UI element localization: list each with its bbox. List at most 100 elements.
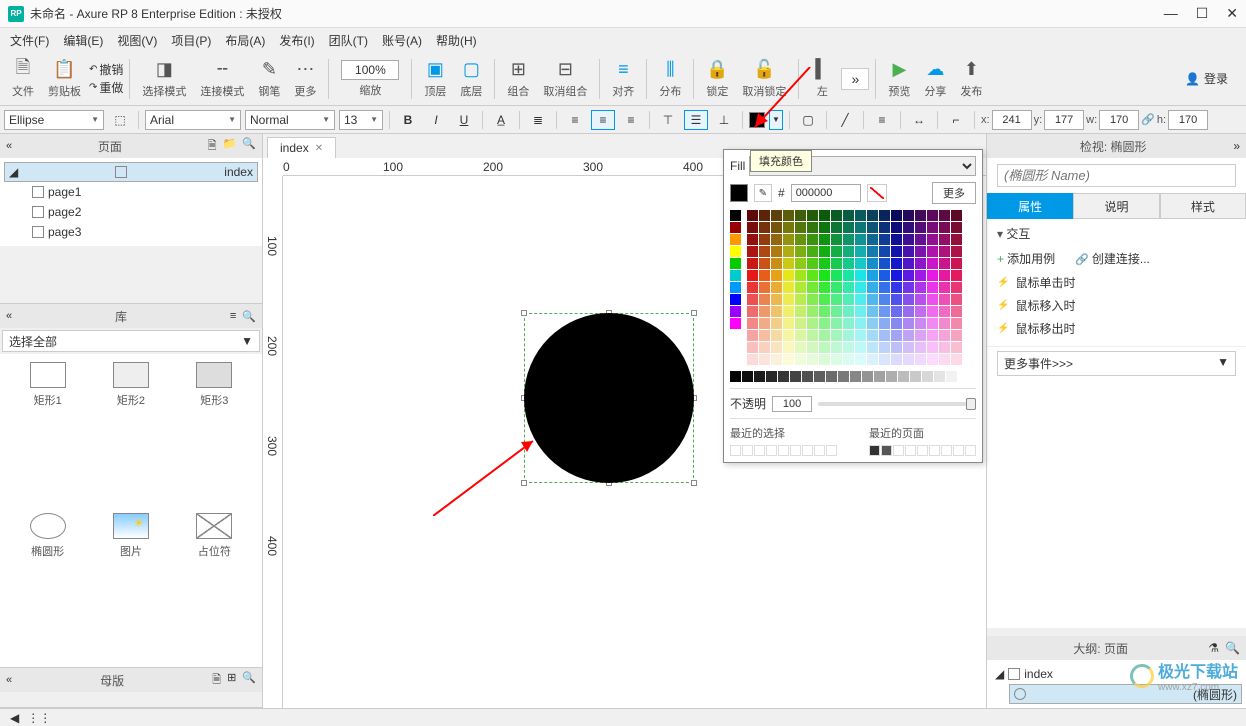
fill-color-dropdown[interactable]: ▼: [769, 110, 783, 130]
preview-button[interactable]: ▶预览: [882, 59, 916, 99]
lock-button[interactable]: 🔒锁定: [700, 59, 734, 99]
bold-button[interactable]: B: [396, 110, 420, 130]
style-button[interactable]: ⬚: [108, 110, 132, 130]
more-colors-button[interactable]: 更多: [932, 182, 976, 204]
login-button[interactable]: 👤登录: [1173, 70, 1240, 87]
page-node-page2[interactable]: page2: [28, 202, 258, 222]
add-folder-icon[interactable]: 📁: [223, 137, 237, 156]
valign-bottom[interactable]: ⊥: [712, 110, 736, 130]
valign-top[interactable]: ⊤: [656, 110, 680, 130]
color-grid[interactable]: [747, 210, 962, 365]
page-node-page1[interactable]: page1: [28, 182, 258, 202]
connect-mode-button[interactable]: ╌连接模式: [194, 59, 250, 99]
page-node-page3[interactable]: page3: [28, 222, 258, 242]
w-input[interactable]: [1099, 110, 1139, 130]
tab-index[interactable]: index✕: [267, 137, 336, 158]
line-width-button[interactable]: ≡: [870, 110, 894, 130]
align-button[interactable]: ≡对齐: [606, 59, 640, 99]
collapse-icon[interactable]: »: [1233, 139, 1240, 153]
shape-name-input[interactable]: [997, 164, 1236, 187]
library-filter[interactable]: 选择全部▼: [2, 330, 260, 352]
bring-front-button[interactable]: ▣顶层: [418, 59, 452, 99]
menu-account[interactable]: 账号(A): [376, 29, 428, 52]
create-link[interactable]: 🔗 创建连接...: [1075, 250, 1150, 267]
publish-button[interactable]: ⬆发布: [954, 59, 988, 99]
event-mouseout[interactable]: ⚡鼠标移出时: [997, 317, 1236, 340]
event-mousein[interactable]: ⚡鼠标移入时: [997, 294, 1236, 317]
h-input[interactable]: [1168, 110, 1208, 130]
align-right-text[interactable]: ≡: [619, 110, 643, 130]
text-color-button[interactable]: A̲: [489, 110, 513, 130]
menu-help[interactable]: 帮助(H): [430, 29, 483, 52]
menu-team[interactable]: 团队(T): [323, 29, 374, 52]
y-input[interactable]: [1044, 110, 1084, 130]
add-folder-icon[interactable]: ⊞: [227, 671, 236, 690]
unlock-button[interactable]: 🔓取消锁定: [736, 59, 792, 99]
tab-notes[interactable]: 说明: [1073, 193, 1159, 219]
menu-file[interactable]: 文件(F): [4, 29, 55, 52]
menu-icon[interactable]: ≡: [230, 310, 236, 323]
recent-page-swatches[interactable]: [869, 445, 976, 456]
more-button[interactable]: ⋯更多: [288, 59, 322, 99]
add-page-icon[interactable]: 🗎: [208, 137, 217, 156]
minimize-button[interactable]: —: [1164, 5, 1178, 22]
close-button[interactable]: ✕: [1226, 5, 1238, 22]
more-events-button[interactable]: 更多事件>>>▼: [997, 351, 1236, 376]
file-button[interactable]: 🗎文件: [6, 59, 40, 99]
recent-sel-swatches[interactable]: [730, 445, 837, 456]
clipboard-button[interactable]: 📋剪贴板: [42, 59, 87, 99]
fill-color-swatch[interactable]: [749, 112, 765, 128]
corner-button[interactable]: ⌐: [944, 110, 968, 130]
select-mode-button[interactable]: ◨选择模式: [136, 59, 192, 99]
lib-ellipse[interactable]: 椭圆形: [8, 513, 87, 660]
menu-edit[interactable]: 编辑(E): [57, 29, 109, 52]
maximize-button[interactable]: ☐: [1196, 5, 1209, 22]
menu-project[interactable]: 项目(P): [165, 29, 217, 52]
pen-button[interactable]: ✎钢笔: [252, 59, 286, 99]
underline-button[interactable]: U: [452, 110, 476, 130]
bullet-button[interactable]: ≣: [526, 110, 550, 130]
search-icon[interactable]: 🔍: [242, 137, 256, 156]
lib-rect1[interactable]: 矩形1: [8, 362, 87, 509]
no-fill-button[interactable]: [867, 184, 887, 202]
border-color-button[interactable]: ▢: [796, 110, 820, 130]
menu-publish[interactable]: 发布(I): [273, 29, 320, 52]
send-back-button[interactable]: ▢底层: [454, 59, 488, 99]
overflow-button[interactable]: »: [841, 68, 869, 90]
share-button[interactable]: ☁分享: [918, 59, 952, 99]
add-case-link[interactable]: + 添加用例: [997, 250, 1055, 267]
align-left-button[interactable]: ▍左: [805, 59, 839, 99]
menu-view[interactable]: 视图(V): [111, 29, 163, 52]
tab-style[interactable]: 样式: [1160, 193, 1246, 219]
font-select[interactable]: Arial▼: [145, 110, 241, 130]
eyedropper-button[interactable]: ✎: [754, 184, 772, 202]
group-button[interactable]: ⊞组合: [501, 59, 535, 99]
line-style-button[interactable]: ╱: [833, 110, 857, 130]
search-icon[interactable]: 🔍: [242, 671, 256, 690]
shape-select[interactable]: Ellipse▼: [4, 110, 104, 130]
filter-icon[interactable]: ⚗: [1208, 641, 1219, 655]
search-icon[interactable]: 🔍: [1225, 641, 1240, 655]
ellipse-shape[interactable]: [524, 313, 694, 483]
opacity-slider[interactable]: [818, 402, 976, 406]
close-tab-icon[interactable]: ✕: [315, 143, 323, 154]
ungroup-button[interactable]: ⊟取消组合: [537, 59, 593, 99]
zoom-select[interactable]: 100%: [341, 60, 399, 80]
x-input[interactable]: [992, 110, 1032, 130]
page-node-index[interactable]: ◢index: [4, 162, 258, 182]
event-click[interactable]: ⚡鼠标单击时: [997, 271, 1236, 294]
search-icon[interactable]: 🔍: [242, 310, 256, 323]
italic-button[interactable]: I: [424, 110, 448, 130]
lib-placeholder[interactable]: 占位符: [175, 513, 254, 660]
align-center-text[interactable]: ≡: [591, 110, 615, 130]
tab-properties[interactable]: 属性: [987, 193, 1073, 219]
lib-rect2[interactable]: 矩形2: [91, 362, 170, 509]
undo-button[interactable]: ↶ 撤销: [89, 61, 123, 78]
align-left-text[interactable]: ≡: [563, 110, 587, 130]
add-master-icon[interactable]: 🗎: [212, 671, 221, 690]
grayscale-row[interactable]: [730, 371, 976, 382]
lock-aspect-icon[interactable]: 🔗: [1141, 113, 1155, 126]
arrow-button[interactable]: ↔: [907, 110, 931, 130]
distribute-button[interactable]: ⫼分布: [653, 59, 687, 99]
size-select[interactable]: 13▼: [339, 110, 383, 130]
